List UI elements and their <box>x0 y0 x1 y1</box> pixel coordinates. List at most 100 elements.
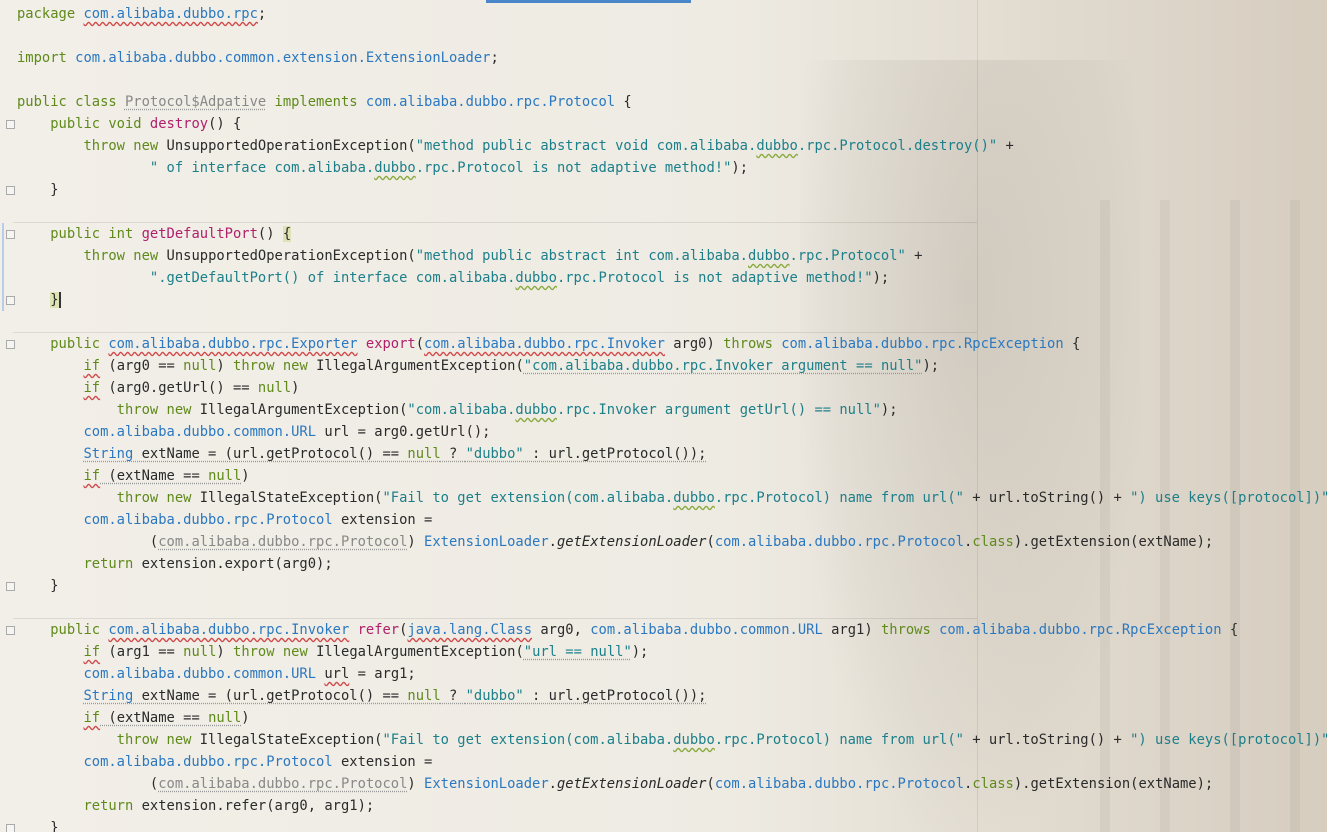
code-token: ? <box>440 688 466 704</box>
code-line[interactable]: throw new UnsupportedOperationException(… <box>17 245 1327 267</box>
code-line[interactable]: String extName = (url.getProtocol() == n… <box>17 685 1327 707</box>
code-token: dubbo <box>673 732 715 748</box>
code-line[interactable]: if (extName == null) <box>17 465 1327 487</box>
code-token: "dubbo" <box>465 446 524 462</box>
code-token: + <box>997 138 1014 154</box>
code-token: ) <box>216 644 234 660</box>
code-line[interactable]: com.alibaba.dubbo.rpc.Protocol extension… <box>17 509 1327 531</box>
code-line[interactable]: throw new UnsupportedOperationException(… <box>17 135 1327 157</box>
code-token: throw new <box>233 644 317 660</box>
code-line[interactable]: return extension.export(arg0); <box>17 553 1327 575</box>
fold-toggle-icon[interactable] <box>6 120 15 129</box>
code-token: null <box>183 358 217 374</box>
code-token: destroy <box>149 116 209 132</box>
code-token: com.alibaba.dubbo.rpc.Exporter <box>108 336 358 352</box>
code-line[interactable]: com.alibaba.dubbo.rpc.Protocol extension… <box>17 751 1327 773</box>
code-line[interactable] <box>17 201 1327 223</box>
code-line[interactable]: if (arg1 == null) throw new IllegalArgum… <box>17 641 1327 663</box>
code-token: com.alibaba.dubbo.common.URL <box>590 622 823 638</box>
fold-toggle-icon[interactable] <box>6 186 15 195</box>
code-line[interactable] <box>17 69 1327 91</box>
code-line[interactable]: com.alibaba.dubbo.common.URL url = arg0.… <box>17 421 1327 443</box>
code-line[interactable]: package com.alibaba.dubbo.rpc; <box>17 3 1327 25</box>
code-line[interactable]: import com.alibaba.dubbo.common.extensio… <box>17 47 1327 69</box>
code-line[interactable]: } <box>17 179 1327 201</box>
code-token: .rpc.Protocol) name from url(" <box>714 732 964 748</box>
code-token: java.lang.Class <box>407 622 533 638</box>
fold-toggle-icon[interactable] <box>6 824 15 832</box>
code-line[interactable]: (com.alibaba.dubbo.rpc.Protocol) Extensi… <box>17 531 1327 553</box>
method-separator <box>13 618 977 619</box>
code-line[interactable]: } <box>17 817 1327 832</box>
code-token: dubbo <box>673 490 715 506</box>
code-token: (extName == <box>100 468 209 484</box>
code-token: if <box>83 644 101 660</box>
code-line[interactable]: if (extName == null) <box>17 707 1327 729</box>
code-token: com.alibaba.dubbo.rpc.Protocol <box>83 512 333 528</box>
code-line[interactable]: public com.alibaba.dubbo.rpc.Exporter ex… <box>17 333 1327 355</box>
editor-gutter[interactable] <box>0 0 16 832</box>
code-line[interactable]: if (arg0.getUrl() == null) <box>17 377 1327 399</box>
code-token: "method public abstract void com.alibaba… <box>415 138 757 154</box>
code-line[interactable] <box>17 311 1327 333</box>
code-line[interactable]: public com.alibaba.dubbo.rpc.Invoker ref… <box>17 619 1327 641</box>
code-editor[interactable]: package com.alibaba.dubbo.rpc; import co… <box>0 0 1327 832</box>
code-line[interactable] <box>17 597 1327 619</box>
code-token: ) <box>407 776 425 792</box>
code-line[interactable]: " of interface com.alibaba.dubbo.rpc.Pro… <box>17 157 1327 179</box>
code-line[interactable]: throw new IllegalStateException("Fail to… <box>17 729 1327 751</box>
code-token: . <box>548 534 557 550</box>
code-token: ); <box>922 358 940 374</box>
fold-toggle-icon[interactable] <box>6 340 15 349</box>
code-line[interactable]: if (arg0 == null) throw new IllegalArgum… <box>17 355 1327 377</box>
code-area[interactable]: package com.alibaba.dubbo.rpc; import co… <box>17 3 1327 832</box>
code-line[interactable]: public int getDefaultPort() { <box>17 223 1327 245</box>
code-token: " of interface com.alibaba. <box>149 160 375 176</box>
code-token: dubbo <box>748 248 790 264</box>
code-line[interactable]: } <box>17 575 1327 597</box>
code-line[interactable]: (com.alibaba.dubbo.rpc.Protocol) Extensi… <box>17 773 1327 795</box>
code-token: = arg1; <box>349 666 416 682</box>
change-marker[interactable] <box>2 223 4 311</box>
code-line[interactable]: String extName = (url.getProtocol() == n… <box>17 443 1327 465</box>
code-token: class <box>972 534 1014 550</box>
fold-toggle-icon[interactable] <box>6 626 15 635</box>
code-line[interactable]: com.alibaba.dubbo.common.URL url = arg1; <box>17 663 1327 685</box>
code-line[interactable]: throw new IllegalArgumentException("com.… <box>17 399 1327 421</box>
fold-toggle-icon[interactable] <box>6 582 15 591</box>
code-token: . <box>548 776 557 792</box>
code-line[interactable]: public void destroy() { <box>17 113 1327 135</box>
code-line[interactable]: throw new IllegalStateException("Fail to… <box>17 487 1327 509</box>
code-line[interactable] <box>17 25 1327 47</box>
code-token: ); <box>731 160 749 176</box>
code-token: ") use keys([protocol])" <box>1130 732 1327 748</box>
fold-toggle-icon[interactable] <box>6 230 15 239</box>
code-line[interactable]: } <box>17 289 1327 311</box>
code-token: .rpc.Protocol" <box>789 248 906 264</box>
code-line[interactable]: ".getDefaultPort() of interface com.alib… <box>17 267 1327 289</box>
fold-toggle-icon[interactable] <box>6 296 15 305</box>
code-token: : url.getProtocol()); <box>523 446 707 462</box>
code-token: .rpc.Protocol is not adaptive method!" <box>415 160 732 176</box>
code-line[interactable]: return extension.refer(arg0, arg1); <box>17 795 1327 817</box>
method-separator <box>13 332 977 333</box>
code-token: } <box>17 578 59 594</box>
code-token: ( <box>415 336 425 352</box>
code-token: "dubbo" <box>465 688 524 704</box>
code-token: (extName == <box>100 710 209 726</box>
code-token: .rpc.Protocol) name from url(" <box>714 490 964 506</box>
code-token: () { <box>208 116 242 132</box>
code-line[interactable]: public class Protocol$Adpative implement… <box>17 91 1327 113</box>
code-token: { <box>1063 336 1081 352</box>
code-token: url = arg0.getUrl(); <box>316 424 491 440</box>
code-token: (arg0 == <box>100 358 184 374</box>
code-token: ExtensionLoader <box>424 776 549 792</box>
code-token: "url == null" <box>523 644 632 660</box>
code-token: { <box>1221 622 1239 638</box>
